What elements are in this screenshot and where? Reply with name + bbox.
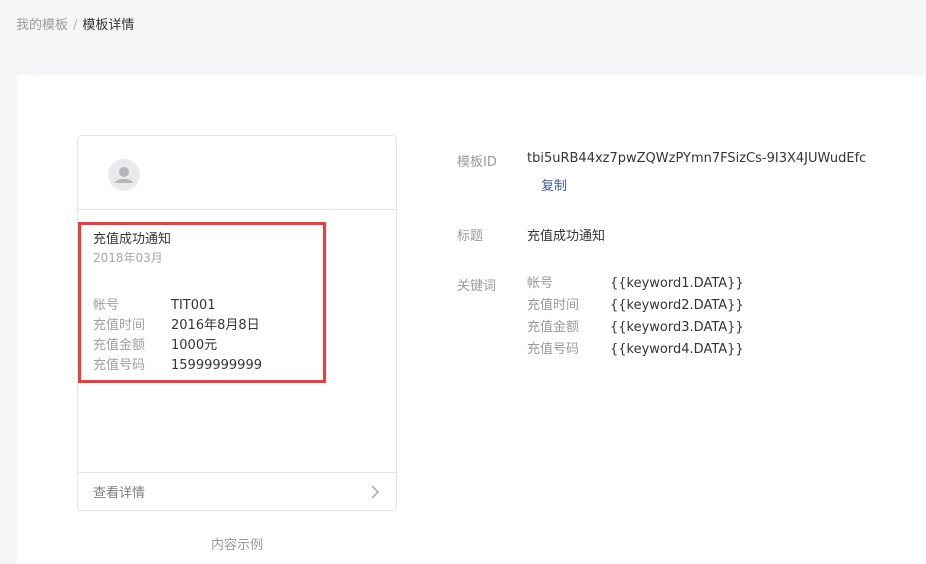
- keywords-label: 关键词: [457, 279, 497, 294]
- message-field-row: 充值金额 1000元: [93, 336, 262, 356]
- keyword-placeholder: {{keyword2.DATA}}: [610, 298, 744, 313]
- message-field-key: 充值时间: [93, 318, 146, 333]
- preview-card-header: [78, 136, 396, 210]
- message-field-key: 充值号码: [93, 358, 146, 373]
- view-details-link[interactable]: 查看详情: [78, 472, 396, 510]
- main-content-panel: 充值成功通知 2018年03月 帐号 TIT001 充值时间 2016年8月8日 充…: [17, 75, 926, 564]
- breadcrumb-parent-link[interactable]: 我的模板: [16, 18, 68, 33]
- title-value: 充值成功通知: [527, 229, 606, 244]
- keyword-row: 帐号 {{keyword1.DATA}}: [527, 273, 744, 295]
- keyword-name: 充值时间: [527, 298, 580, 313]
- keyword-row: 充值时间 {{keyword2.DATA}}: [527, 295, 744, 317]
- user-avatar-icon: [108, 159, 140, 191]
- template-id-value: tbi5uRB44xz7pwZQWzPYmn7FSizCs-9I3X4JUWud…: [527, 151, 867, 166]
- copy-button[interactable]: 复制: [541, 175, 567, 194]
- keyword-name: 帐号: [527, 276, 554, 291]
- view-details-label: 查看详情: [93, 486, 146, 501]
- message-date: 2018年03月: [93, 251, 163, 265]
- message-field-row: 充值号码 15999999999: [93, 356, 262, 376]
- message-field-key: 帐号: [93, 298, 120, 313]
- chevron-right-icon: [371, 484, 380, 499]
- message-field-list: 帐号 TIT001 充值时间 2016年8月8日 充值金额 1000元 充值号码 159…: [93, 296, 262, 376]
- keyword-placeholder: {{keyword4.DATA}}: [610, 342, 744, 357]
- message-preview-card: 充值成功通知 2018年03月 帐号 TIT001 充值时间 2016年8月8日 充…: [77, 135, 397, 511]
- breadcrumb: 我的模板 / 模板详情: [16, 14, 134, 33]
- message-field-value: TIT001: [171, 298, 216, 313]
- title-label: 标题: [457, 229, 484, 244]
- keyword-row: 充值金额 {{keyword3.DATA}}: [527, 317, 744, 339]
- message-field-row: 帐号 TIT001: [93, 296, 262, 316]
- keyword-placeholder: {{keyword1.DATA}}: [610, 276, 744, 291]
- message-field-value: 15999999999: [171, 358, 262, 373]
- message-title: 充值成功通知: [93, 232, 172, 247]
- keyword-row: 充值号码 {{keyword4.DATA}}: [527, 339, 744, 361]
- keyword-placeholder: {{keyword3.DATA}}: [610, 320, 744, 335]
- message-field-key: 充值金额: [93, 338, 146, 353]
- message-field-row: 充值时间 2016年8月8日: [93, 316, 262, 336]
- keyword-list: 帐号 {{keyword1.DATA}} 充值时间 {{keyword2.DATA}…: [527, 273, 744, 361]
- keyword-name: 充值号码: [527, 342, 580, 357]
- message-field-value: 2016年8月8日: [171, 318, 260, 333]
- breadcrumb-current: 模板详情: [82, 18, 135, 33]
- message-field-value: 1000元: [171, 338, 218, 353]
- keyword-name: 充值金额: [527, 320, 580, 335]
- template-id-label: 模板ID: [457, 155, 497, 170]
- breadcrumb-separator: /: [73, 18, 78, 33]
- preview-caption: 内容示例: [210, 538, 263, 553]
